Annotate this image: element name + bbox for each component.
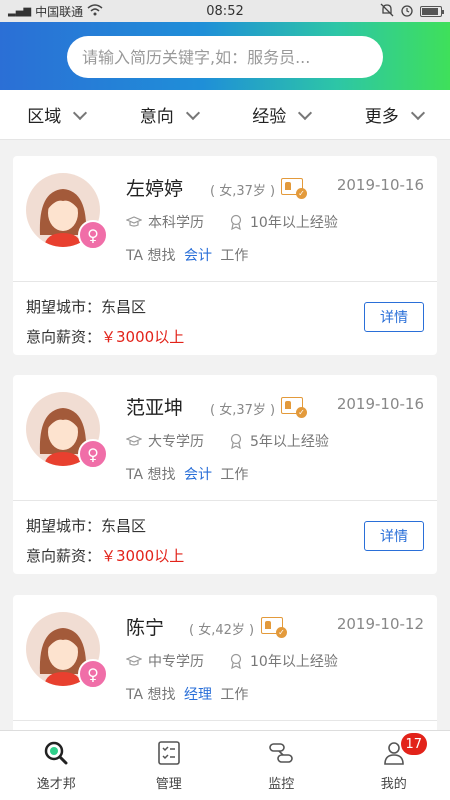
search-home-icon	[45, 741, 68, 765]
search-box[interactable]	[67, 36, 383, 78]
signal-icon: ▂▄▆	[8, 5, 32, 17]
chevron-down-icon	[298, 105, 313, 120]
filter-more[interactable]: 更多	[338, 90, 450, 139]
detail-button[interactable]: 详情	[364, 521, 424, 551]
filter-label: 意向	[139, 107, 174, 127]
notification-badge: 17	[400, 733, 428, 755]
candidate-meta: ( 女,37岁 )	[210, 184, 276, 199]
graduation-cap-icon	[126, 655, 142, 666]
chevron-down-icon	[185, 105, 200, 120]
female-icon: ♀	[78, 659, 108, 689]
filter-region[interactable]: 区域	[0, 90, 113, 139]
expected-city: 期望城市：东昌区	[26, 296, 146, 317]
divider	[13, 720, 437, 721]
city-label: 期望城市：	[26, 517, 102, 535]
candidate-meta: ( 女,42岁 )	[189, 623, 255, 638]
female-icon: ♀	[78, 220, 108, 250]
candidate-meta: ( 女,37岁 )	[210, 403, 276, 418]
resume-card[interactable]: ♀ 左婷婷 ( 女,37岁 ) 2019-10-16 本科学历 10年以上经验 …	[13, 156, 437, 355]
link-icon	[269, 743, 294, 763]
expected-salary: 意向薪资：￥3000以上	[26, 326, 184, 347]
job-seek-line: TA 想找 经理 工作	[126, 684, 248, 704]
resume-card[interactable]: ♀ 范亚坤 ( 女,37岁 ) 2019-10-16 大专学历 5年以上经验 T…	[13, 375, 437, 574]
header	[0, 22, 450, 90]
resume-card[interactable]: ♀ 陈宁 ( 女,42岁 ) 2019-10-12 中专学历 10年以上经验 T…	[13, 595, 437, 730]
tab-label: 我的	[380, 777, 407, 792]
post-date: 2019-10-12	[336, 615, 424, 633]
filter-label: 更多	[364, 107, 399, 127]
post-date: 2019-10-16	[336, 395, 424, 413]
seek-suffix: 工作	[220, 687, 249, 703]
chevron-down-icon	[410, 105, 425, 120]
filter-label: 经验	[252, 107, 287, 127]
tab-manage[interactable]: 管理	[113, 731, 226, 800]
seek-prefix: TA 想找	[126, 687, 176, 703]
bottom-nav: 逸才邦 管理 监控 我的 17	[0, 730, 450, 800]
tab-label: 监控	[268, 777, 295, 792]
seek-suffix: 工作	[220, 248, 249, 264]
experience: 10年以上经验	[250, 215, 338, 231]
city-label: 期望城市：	[26, 298, 102, 316]
id-verified-icon	[261, 617, 287, 638]
medal-icon	[230, 214, 242, 230]
expected-city: 期望城市：东昌区	[26, 515, 146, 536]
detail-button[interactable]: 详情	[364, 302, 424, 332]
salary-value: ￥3000以上	[101, 328, 185, 346]
tab-monitor[interactable]: 监控	[225, 731, 338, 800]
salary-label: 意向薪资：	[26, 328, 102, 346]
job-title: 会计	[183, 467, 212, 483]
job-seek-line: TA 想找 会计 工作	[126, 245, 248, 265]
medal-icon	[230, 653, 242, 669]
expected-salary: 意向薪资：￥3000以上	[26, 545, 184, 566]
battery-icon	[420, 5, 444, 17]
city-value: 东昌区	[101, 517, 147, 535]
tab-label: 管理	[155, 777, 182, 792]
tab-home[interactable]: 逸才邦	[0, 731, 113, 800]
checklist-icon	[157, 741, 180, 765]
carrier-label: 中国联通	[35, 4, 84, 19]
filter-experience[interactable]: 经验	[225, 90, 338, 139]
job-seek-line: TA 想找 会计 工作	[126, 464, 248, 484]
search-input[interactable]	[82, 47, 383, 67]
mute-icon	[380, 3, 394, 20]
graduation-cap-icon	[126, 435, 142, 446]
filter-intent[interactable]: 意向	[113, 90, 226, 139]
job-title: 经理	[183, 687, 212, 703]
id-verified-icon	[281, 178, 307, 199]
candidate-name: 范亚坤	[126, 397, 184, 419]
candidate-name: 陈宁	[126, 617, 165, 639]
filter-label: 区域	[27, 107, 62, 127]
tab-label: 逸才邦	[36, 777, 76, 792]
education: 大专学历	[148, 434, 204, 450]
city-value: 东昌区	[101, 298, 147, 316]
post-date: 2019-10-16	[336, 176, 424, 194]
chevron-down-icon	[73, 105, 88, 120]
education: 中专学历	[148, 654, 204, 670]
education: 本科学历	[148, 215, 204, 231]
graduation-cap-icon	[126, 216, 142, 227]
id-verified-icon	[281, 397, 307, 418]
salary-value: ￥3000以上	[101, 547, 185, 565]
seek-prefix: TA 想找	[126, 467, 176, 483]
job-title: 会计	[183, 248, 212, 264]
experience: 5年以上经验	[250, 434, 329, 450]
status-bar: ▂▄▆ 中国联通 08:52	[0, 0, 450, 22]
tab-mine[interactable]: 我的 17	[338, 731, 450, 800]
salary-label: 意向薪资：	[26, 547, 102, 565]
seek-prefix: TA 想找	[126, 248, 176, 264]
filter-bar: 区域 意向 经验 更多	[0, 90, 450, 140]
seek-suffix: 工作	[220, 467, 249, 483]
female-icon: ♀	[78, 439, 108, 469]
medal-icon	[230, 433, 242, 449]
wifi-icon	[87, 3, 103, 19]
experience: 10年以上经验	[250, 654, 338, 670]
candidate-name: 左婷婷	[126, 178, 184, 200]
alarm-icon	[400, 3, 414, 20]
